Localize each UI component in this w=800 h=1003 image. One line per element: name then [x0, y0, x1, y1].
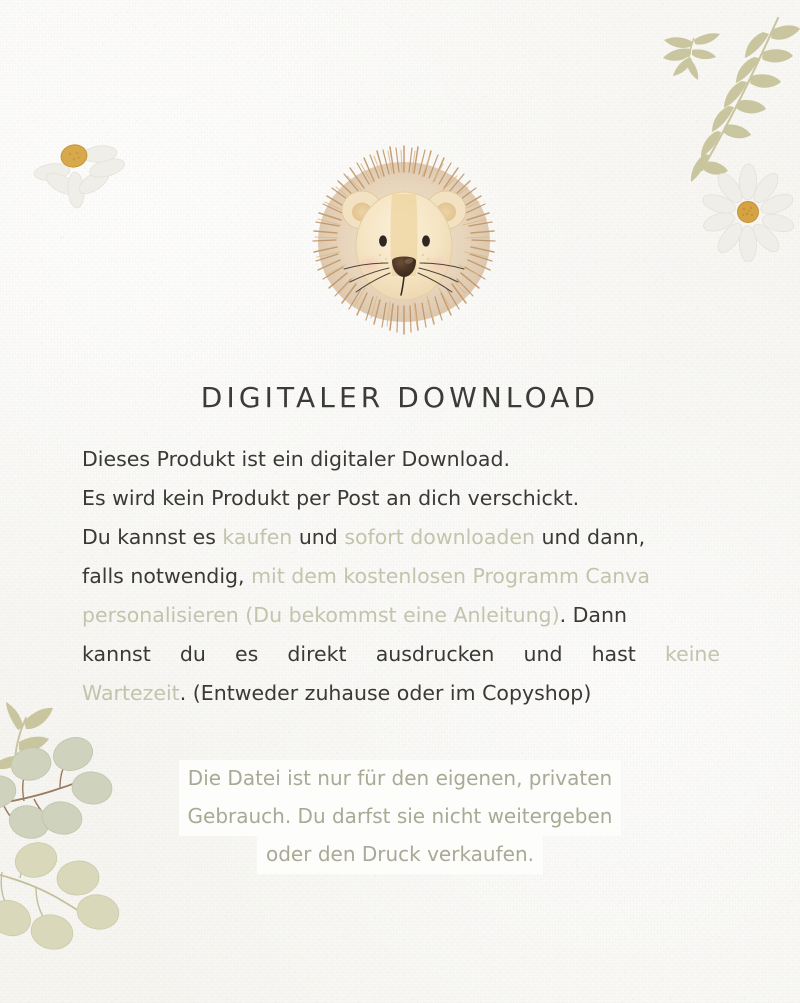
daisy-flower-decoration-top-right — [698, 160, 798, 263]
description-line: Es wird kein Produkt per Post an dich ve… — [82, 479, 720, 518]
description-segment: und dann, — [535, 525, 646, 549]
description-line: Dieses Produkt ist ein digitaler Downloa… — [82, 440, 720, 479]
description-segment: Du kannst es — [82, 525, 223, 549]
description-word: du — [179, 642, 206, 666]
description-segment: falls notwendig, — [82, 564, 252, 588]
lion-head-illustration — [296, 142, 512, 342]
description-word: hast — [591, 642, 636, 666]
description-line: Du kannst es kaufen und sofort downloade… — [82, 518, 720, 557]
description-word: und — [523, 642, 563, 666]
daisy-flower-decoration-top-left — [18, 120, 138, 212]
description-line: Wartezeit. (Entweder zuhause oder im Cop… — [82, 674, 720, 713]
license-note-highlight-band: Die Datei ist nur für den eigenen, priva… — [178, 760, 622, 798]
description-line: personalisieren (Du bekommst eine Anleit… — [82, 596, 720, 635]
license-note-line: oder den Druck verkaufen. — [0, 836, 800, 874]
printable-card-page: DIGITALER DOWNLOAD Dieses Produkt ist ei… — [0, 0, 800, 1003]
description-line: kannst du es direkt ausdrucken und hast keine — [82, 635, 720, 674]
license-note-highlighted: Die Datei ist nur für den eigenen, priva… — [0, 760, 800, 874]
description-word: es — [234, 642, 259, 666]
description-segment: Dieses Produkt ist ein digitaler Downloa… — [82, 447, 510, 471]
description-segment: personalisieren (Du bekommst eine Anleit… — [82, 603, 560, 627]
description-segment: mit dem kostenlosen Programm Canva — [251, 564, 650, 588]
page-title: DIGITALER DOWNLOAD — [200, 381, 600, 414]
description-word: ausdrucken — [375, 642, 495, 666]
license-note-highlight-band: oder den Druck verkaufen. — [257, 836, 543, 874]
description-segment: . Dann — [559, 603, 627, 627]
description-segment: und — [292, 525, 345, 549]
description-word: keine — [664, 642, 720, 666]
product-description-text: Dieses Produkt ist ein digitaler Downloa… — [82, 440, 720, 713]
description-segment: kaufen — [222, 525, 293, 549]
license-note-line: Die Datei ist nur für den eigenen, priva… — [0, 760, 800, 798]
license-note-line: Gebrauch. Du darfst sie nicht weitergebe… — [0, 798, 800, 836]
description-line: falls notwendig, mit dem kostenlosen Pro… — [82, 557, 720, 596]
olive-branch-decoration-top-right — [650, 12, 800, 227]
description-word: direkt — [287, 642, 347, 666]
description-segment: Wartezeit — [82, 681, 180, 705]
description-segment: . (Entweder zuhause oder im Copyshop) — [179, 681, 592, 705]
license-note-highlight-band: Gebrauch. Du darfst sie nicht weitergebe… — [178, 798, 622, 836]
description-segment: sofort downloaden — [344, 525, 536, 549]
description-word: kannst — [82, 642, 151, 666]
description-segment: Es wird kein Produkt per Post an dich ve… — [82, 486, 580, 510]
